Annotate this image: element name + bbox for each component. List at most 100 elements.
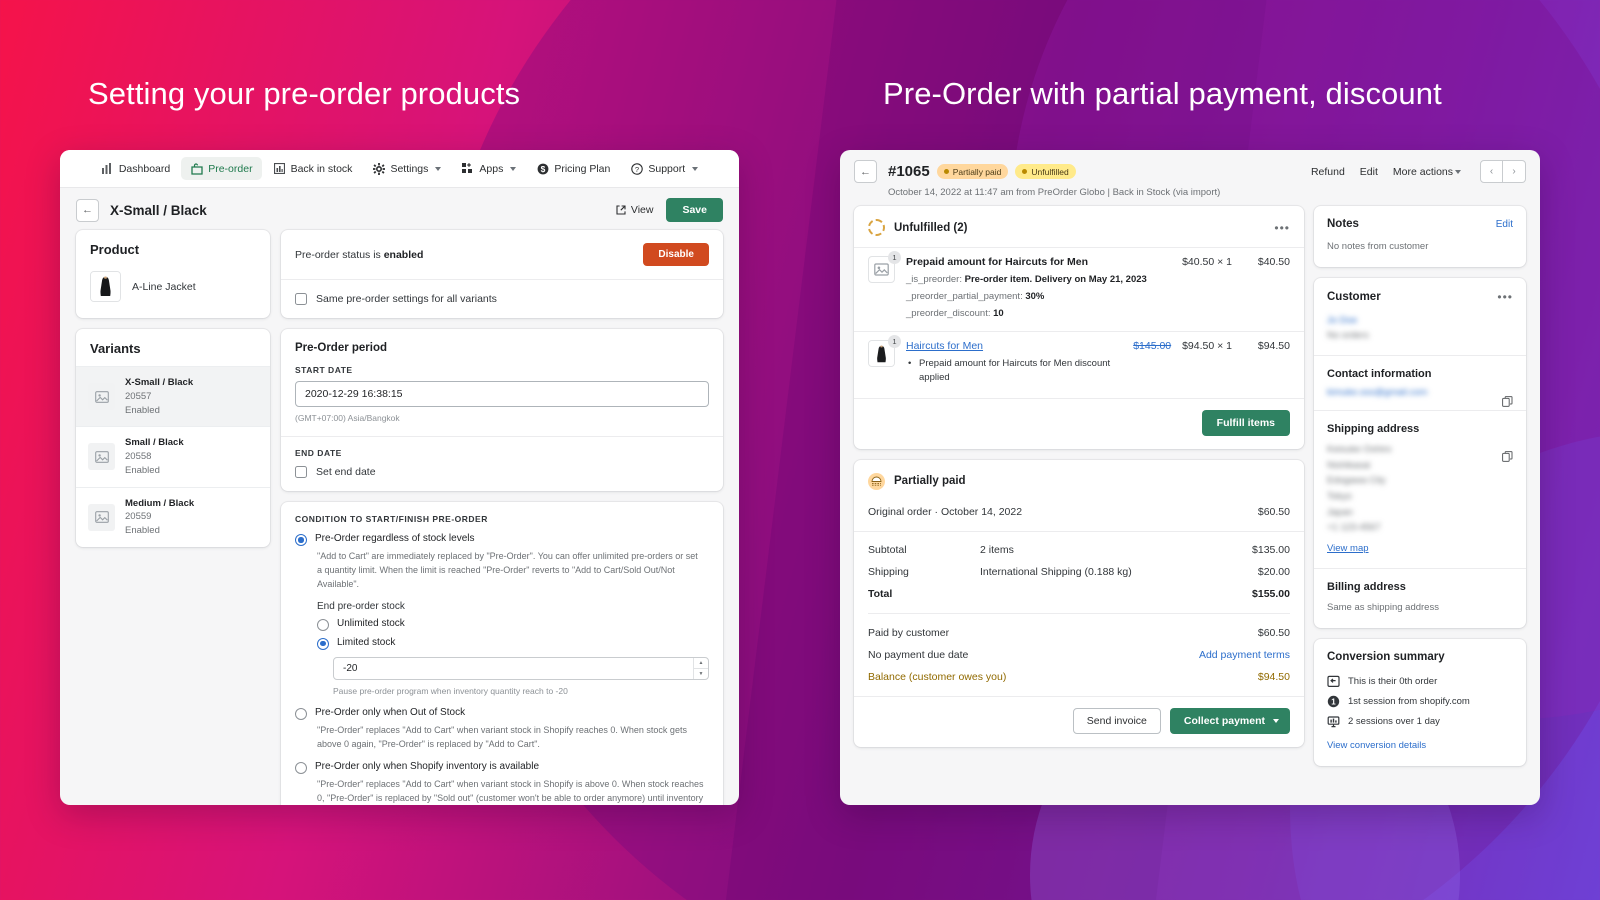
order-meta: October 14, 2022 at 11:47 am from PreOrd… [888, 187, 1221, 198]
question-icon: ? [630, 162, 643, 175]
notes-edit-link[interactable]: Edit [1496, 219, 1513, 230]
shipping-line-redacted: +1 123-4567 [1327, 522, 1381, 534]
condition-option-2[interactable]: Pre-Order only when Shopify inventory is… [281, 761, 723, 774]
customer-name-redacted[interactable]: Jo Doe [1327, 313, 1513, 328]
status-badge-fulfillment: Unfulfilled [1015, 164, 1076, 179]
stock-option-limited[interactable]: Limited stock [281, 637, 723, 650]
back-button[interactable]: ← [76, 198, 99, 222]
variant-sku: 20558 [125, 451, 152, 463]
edit-button[interactable]: Edit [1360, 166, 1378, 178]
condition-radio-1[interactable] [295, 707, 307, 720]
more-actions-button[interactable]: More actions [1393, 166, 1461, 178]
nav-label: Back in stock [290, 162, 353, 175]
contact-email-redacted[interactable]: kimuke.oss@gmail.com [1327, 387, 1513, 398]
fulfill-items-button[interactable]: Fulfill items [1201, 409, 1290, 436]
variant-list-item[interactable]: Small / Black 20558 Enabled [76, 426, 270, 486]
condition-desc-1: "Pre-Order" replaces "Add to Cart" when … [317, 724, 687, 749]
conversion-row: 1 1st session from shopify.com [1327, 692, 1513, 712]
external-link-icon [616, 205, 626, 215]
disable-button[interactable]: Disable [643, 243, 709, 266]
ellipsis-icon[interactable]: ••• [1274, 221, 1290, 235]
subtotal-value: $135.00 [1252, 543, 1290, 556]
set-end-date-checkbox[interactable] [295, 466, 307, 478]
shipping-line-redacted: Tokyo [1327, 491, 1352, 503]
variants-card-heading: Variants [90, 341, 141, 356]
nav-item-apps[interactable]: Apps [452, 157, 525, 180]
condition-radio-0[interactable] [295, 534, 307, 546]
refund-button[interactable]: Refund [1311, 166, 1345, 178]
variant-status: Enabled [125, 404, 160, 416]
shipping-title: Shipping address [1327, 423, 1420, 436]
badge-label: Partially paid [952, 166, 1002, 177]
variant-status: Enabled [125, 464, 160, 476]
nav-item-support[interactable]: ? Support [621, 157, 707, 180]
nav-item-back-in-stock[interactable]: Back in stock [264, 157, 362, 180]
variant-list-item[interactable]: X-Small / Black 20557 Enabled [76, 366, 270, 427]
copy-icon[interactable] [1502, 396, 1513, 407]
stock-quantity-stepper[interactable]: ▲ ▼ [693, 657, 708, 679]
add-payment-terms-link[interactable]: Add payment terms [1199, 649, 1290, 661]
copy-icon[interactable] [1502, 451, 1513, 462]
stock-radio-unlimited[interactable] [317, 618, 329, 631]
previous-order-button[interactable]: ‹ [1480, 160, 1503, 183]
payment-due-label: No payment due date [868, 648, 969, 661]
ellipsis-icon[interactable]: ••• [1497, 290, 1513, 304]
start-date-input[interactable]: 2020-12-29 16:38:15 [295, 381, 709, 407]
conversion-row: 2 sessions over 1 day [1327, 712, 1513, 732]
return-icon [1327, 675, 1340, 688]
partially-paid-icon [868, 472, 885, 490]
conversion-row: This is their 0th order [1327, 672, 1513, 692]
stock-quantity-input[interactable]: -20 [334, 658, 693, 679]
next-order-button[interactable]: › [1503, 160, 1526, 183]
save-button[interactable]: Save [666, 198, 723, 222]
nav-label: Dashboard [118, 162, 171, 175]
product-row[interactable]: A-Line Jacket [76, 267, 270, 318]
stock-quantity-field[interactable]: -20 ▲ ▼ [333, 656, 709, 680]
condition-option-1[interactable]: Pre-Order only when Out of Stock [281, 707, 723, 720]
line-item-name-link[interactable]: Haircuts for Men [906, 340, 1123, 352]
stock-radio-limited[interactable] [317, 637, 329, 650]
property-key: _preorder_partial_payment: [906, 291, 1023, 302]
chevron-down-icon [692, 166, 699, 171]
payment-title: Partially paid [894, 475, 966, 487]
order-back-button[interactable]: ← [854, 160, 877, 183]
condition-desc-0: "Add to Cart" are immediately replaced b… [317, 551, 698, 589]
same-settings-checkbox[interactable] [295, 293, 307, 305]
property-key: _preorder_discount: [906, 308, 991, 319]
contact-title: Contact information [1327, 368, 1432, 381]
view-map-link[interactable]: View map [1327, 543, 1369, 554]
condition-radio-2[interactable] [295, 761, 307, 774]
conversion-summary-card: Conversion summary This is their 0th ord… [1314, 638, 1526, 766]
shipping-line-redacted: Japan [1327, 506, 1353, 518]
view-button[interactable]: View [616, 204, 653, 216]
condition-card: CONDITION TO START/FINISH PRE-ORDER Pre-… [281, 502, 723, 805]
shipping-row: Shipping International Shipping (0.188 k… [868, 561, 1290, 583]
customer-card: Customer ••• Jo Doe No orders Contact in… [1314, 278, 1526, 628]
send-invoice-button[interactable]: Send invoice [1072, 707, 1161, 734]
nav-item-preorder[interactable]: Pre-order [181, 157, 262, 180]
nav-item-settings[interactable]: Settings [363, 157, 450, 180]
property-value: 10 [993, 308, 1004, 319]
variant-list-item[interactable]: Medium / Black 20559 Enabled [76, 486, 270, 547]
stepper-up-icon[interactable]: ▲ [694, 658, 708, 669]
condition-option-0[interactable]: Pre-Order regardless of stock levels [281, 533, 723, 546]
nav-item-pricing-plan[interactable]: $ Pricing Plan [527, 157, 619, 180]
stock-option-unlimited[interactable]: Unlimited stock [281, 618, 723, 631]
property-value: 30% [1025, 291, 1045, 302]
condition-label-1: Pre-Order only when Out of Stock [315, 706, 466, 718]
nav-item-dashboard[interactable]: Dashboard [92, 157, 179, 180]
app-top-navigation: Dashboard Pre-order Back in stock Settin… [60, 150, 739, 188]
notes-body: No notes from customer [1327, 241, 1429, 252]
end-date-label: END DATE [295, 448, 342, 458]
nav-label: Support [648, 162, 686, 175]
chevron-down-icon [1455, 169, 1461, 174]
set-end-date-row[interactable]: Set end date [281, 464, 723, 491]
variants-card: Variants X-Small / Black 20557 Enabled S… [76, 329, 270, 547]
same-settings-row[interactable]: Same pre-order settings for all variants [281, 280, 723, 318]
view-conversion-details-link[interactable]: View conversion details [1327, 740, 1426, 751]
stepper-down-icon[interactable]: ▼ [694, 669, 708, 679]
billing-address-section: Billing address Same as shipping address [1314, 568, 1526, 628]
payment-due-row: No payment due date Add payment terms [868, 644, 1290, 666]
image-placeholder-icon [88, 383, 115, 411]
collect-payment-button[interactable]: Collect payment [1169, 707, 1290, 734]
